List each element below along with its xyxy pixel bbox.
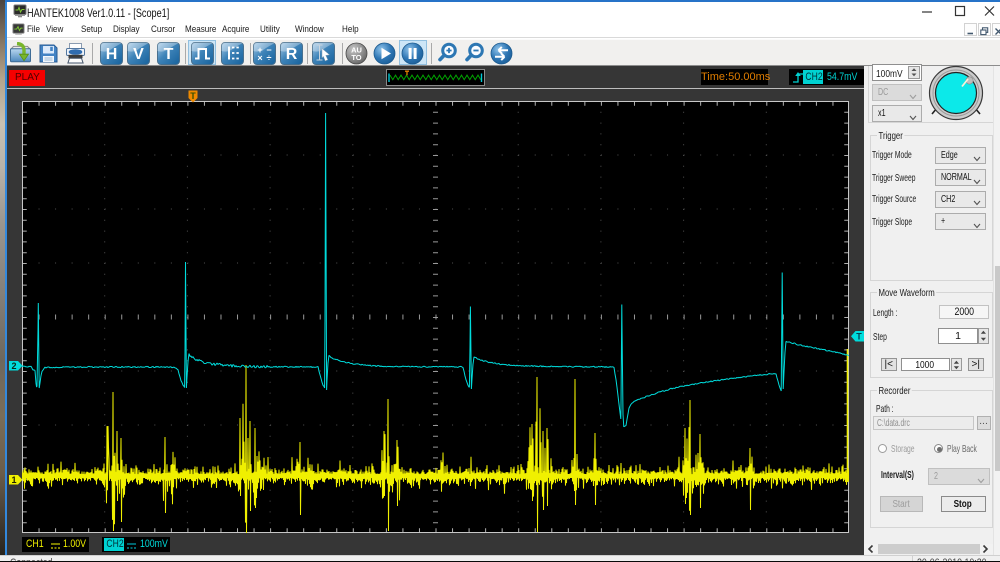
svg-text:T: T xyxy=(856,331,862,341)
svg-text:T: T xyxy=(163,46,173,63)
svg-text:V: V xyxy=(133,46,144,63)
svg-text:TO: TO xyxy=(351,53,361,62)
svg-text:R: R xyxy=(285,46,297,63)
svg-text:2: 2 xyxy=(11,361,16,371)
svg-text:1: 1 xyxy=(11,475,16,485)
svg-text:×: × xyxy=(257,53,262,63)
svg-text:H: H xyxy=(105,46,117,63)
svg-text:÷: ÷ xyxy=(266,53,271,63)
svg-text:T: T xyxy=(190,91,196,101)
